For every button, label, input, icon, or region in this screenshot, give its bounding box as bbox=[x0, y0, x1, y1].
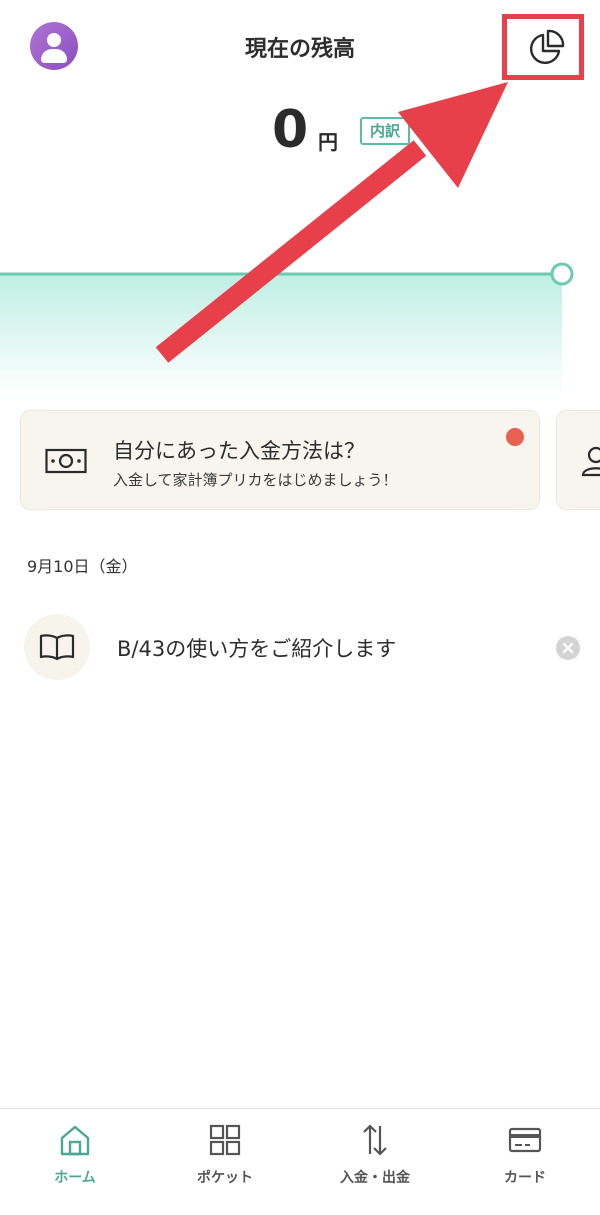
nav-item-card[interactable]: カード bbox=[450, 1109, 600, 1215]
deposit-method-subtitle: 入金して家計簿プリカをはじめましょう！ bbox=[113, 471, 398, 489]
nav-label-card: カード bbox=[504, 1170, 546, 1186]
book-icon-circle bbox=[24, 614, 90, 680]
grid-icon bbox=[209, 1124, 241, 1156]
banknote-icon bbox=[45, 448, 87, 474]
pie-chart-icon bbox=[530, 29, 565, 64]
pie-chart-button[interactable] bbox=[502, 14, 584, 80]
list-item[interactable]: B/43の使い方をご紹介します bbox=[117, 633, 396, 663]
deposit-method-card[interactable]: 自分にあった入金方法は？ 入金して家計簿プリカをはじめましょう！ bbox=[20, 410, 540, 510]
nav-item-pocket[interactable]: ポケット bbox=[150, 1109, 300, 1215]
nav-label-home: ホーム bbox=[54, 1170, 96, 1186]
balance-chart bbox=[0, 262, 574, 396]
nav-label-pocket: ポケット bbox=[197, 1170, 253, 1186]
book-icon bbox=[39, 634, 75, 661]
chart-end-point bbox=[550, 262, 574, 286]
breakdown-button[interactable]: 内訳 bbox=[360, 117, 410, 145]
balance-currency: 円 bbox=[318, 130, 338, 154]
home-icon bbox=[60, 1125, 90, 1156]
nav-item-home[interactable]: ホーム bbox=[0, 1109, 150, 1215]
nav-label-transfer: 入金・出金 bbox=[340, 1170, 410, 1186]
notification-dot bbox=[506, 428, 524, 446]
next-card[interactable] bbox=[556, 410, 600, 510]
close-icon bbox=[562, 642, 574, 654]
transfer-icon bbox=[363, 1124, 387, 1156]
card-icon bbox=[508, 1127, 542, 1153]
balance-amount: 0 bbox=[272, 100, 309, 160]
timeline-date: 9月10日（金） bbox=[27, 557, 138, 576]
person-icon bbox=[581, 446, 600, 477]
bottom-nav: ホーム ポケット 入金・出金 カード bbox=[0, 1108, 600, 1215]
chart-area-fill bbox=[0, 274, 562, 396]
nav-item-transfer[interactable]: 入金・出金 bbox=[300, 1109, 450, 1215]
deposit-method-title: 自分にあった入金方法は？ bbox=[113, 439, 365, 463]
dismiss-button[interactable] bbox=[556, 636, 580, 660]
